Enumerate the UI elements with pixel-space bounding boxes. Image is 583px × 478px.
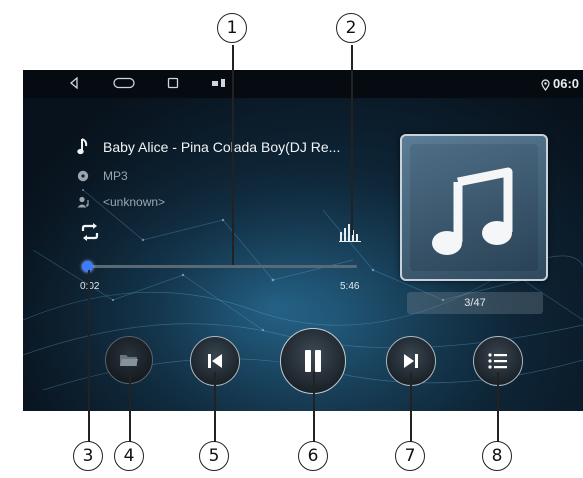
track-counter: 3/47	[407, 292, 543, 314]
callout-6: 6	[298, 441, 328, 471]
duration-time: 5:46	[340, 281, 360, 292]
callout-8: 8	[482, 441, 512, 471]
player-screen: 06:0 Baby Alice - Pina Colada Boy(DJ Re.…	[23, 70, 583, 411]
music-note-art-icon	[432, 167, 513, 255]
progress-bar[interactable]	[81, 261, 357, 272]
callout-leader-5	[214, 372, 216, 442]
callout-leader-1	[232, 45, 234, 265]
location-icon	[541, 78, 550, 96]
back-icon[interactable]	[69, 76, 79, 92]
callout-leader-2	[351, 45, 353, 235]
equalizer-icon[interactable]	[339, 224, 361, 247]
callout-leader-4	[129, 372, 131, 442]
track-title: Baby Alice - Pina Colada Boy(DJ Re...	[103, 139, 341, 155]
artist-icon	[77, 196, 97, 208]
callout-leader-8	[497, 372, 499, 442]
pause-icon	[305, 350, 321, 372]
callout-2: 2	[336, 13, 366, 43]
callout-3: 3	[73, 441, 103, 471]
artist-row: <unknown>	[77, 195, 165, 209]
callout-7: 7	[395, 441, 425, 471]
track-title-row: Baby Alice - Pina Colada Boy(DJ Re...	[77, 138, 340, 156]
music-note-icon	[77, 138, 97, 156]
callout-5: 5	[199, 441, 229, 471]
callout-leader-3	[88, 270, 90, 442]
album-art[interactable]	[400, 134, 548, 281]
format-row: MP3	[77, 169, 128, 183]
screenshot-icon	[211, 76, 229, 92]
home-icon[interactable]	[113, 76, 135, 92]
repeat-icon[interactable]	[79, 222, 101, 247]
previous-icon	[208, 354, 222, 368]
callout-4: 4	[114, 441, 144, 471]
track-artist: <unknown>	[103, 195, 166, 209]
next-icon	[404, 354, 418, 368]
playlist-icon	[488, 353, 507, 369]
callout-1: 1	[217, 13, 247, 43]
callout-leader-7	[410, 372, 412, 442]
folder-icon	[120, 355, 138, 366]
recents-icon[interactable]	[167, 76, 179, 92]
status-time: 06:0	[553, 76, 580, 91]
callout-leader-6	[313, 372, 315, 442]
track-format: MP3	[103, 169, 128, 183]
elapsed-time: 0:02	[80, 281, 100, 292]
disc-icon	[77, 170, 97, 182]
status-bar: 06:0	[23, 70, 583, 98]
